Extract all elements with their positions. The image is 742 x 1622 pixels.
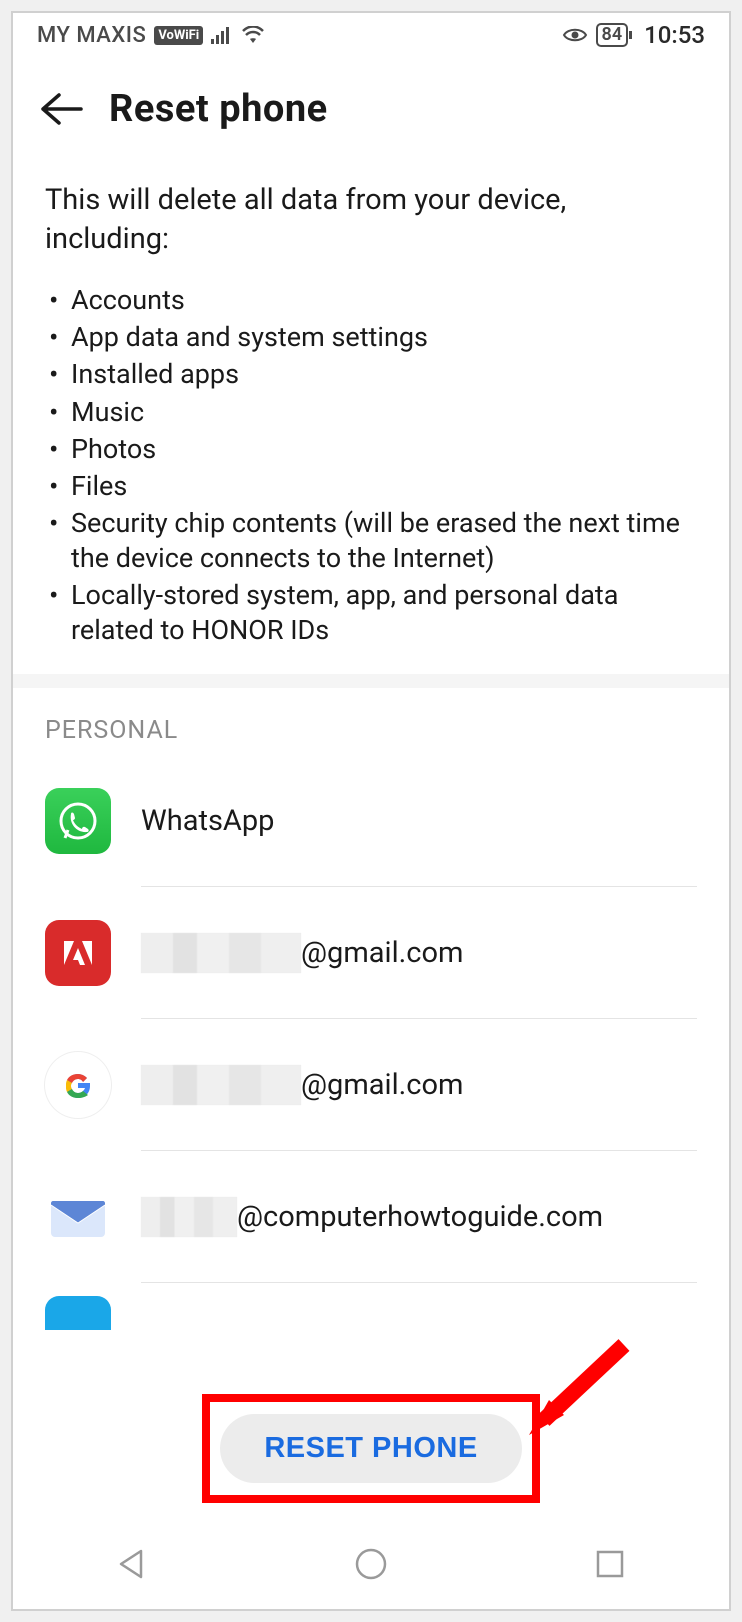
list-item: Music	[45, 395, 697, 430]
triangle-back-icon	[115, 1547, 149, 1581]
list-item: Locally-stored system, app, and personal…	[45, 578, 697, 648]
list-item: Installed apps	[45, 357, 697, 392]
list-item: Files	[45, 469, 697, 504]
account-item-whatsapp[interactable]: WhatsApp	[45, 755, 697, 887]
page-title: Reset phone	[109, 87, 328, 131]
section-label-personal: PERSONAL	[13, 688, 729, 755]
account-label: @gmail.com	[301, 1068, 463, 1102]
reset-phone-button[interactable]: RESET PHONE	[220, 1414, 521, 1483]
page-header: Reset phone	[13, 53, 729, 157]
reset-button-bar: RESET PHONE	[13, 1394, 729, 1503]
google-icon	[45, 1052, 111, 1118]
account-item-email[interactable]: @computerhowtoguide.com	[45, 1151, 697, 1283]
list-item: Photos	[45, 432, 697, 467]
list-item: Security chip contents (will be erased t…	[45, 506, 697, 576]
nav-recent-button[interactable]	[589, 1543, 631, 1585]
reset-bullet-list: Accounts App data and system settings In…	[13, 279, 729, 674]
nav-back-button[interactable]	[111, 1543, 153, 1585]
section-divider	[13, 674, 729, 688]
back-button[interactable]	[37, 85, 85, 133]
reset-description: This will delete all data from your devi…	[13, 157, 729, 279]
annotation-highlight: RESET PHONE	[202, 1394, 539, 1503]
account-item-partial[interactable]	[45, 1283, 697, 1343]
account-label: @computerhowtoguide.com	[237, 1200, 603, 1234]
battery-icon: 84	[596, 23, 633, 47]
redacted-text	[141, 1197, 237, 1237]
generic-app-icon	[45, 1296, 111, 1330]
circle-home-icon	[354, 1547, 388, 1581]
status-bar: MY MAXIS VoWiFi 84 10:53	[13, 13, 729, 53]
square-recent-icon	[595, 1549, 625, 1579]
vowifi-badge: VoWiFi	[154, 26, 203, 45]
redacted-text	[141, 933, 301, 973]
account-item-google[interactable]: @gmail.com	[45, 1019, 697, 1151]
carrier-label: MY MAXIS	[37, 23, 146, 48]
list-item: Accounts	[45, 283, 697, 318]
eye-icon	[562, 26, 588, 44]
redacted-text	[141, 1065, 301, 1105]
signal-icon	[211, 26, 233, 44]
battery-percent: 84	[596, 23, 629, 47]
whatsapp-icon	[45, 788, 111, 854]
account-label: @gmail.com	[301, 936, 463, 970]
system-nav-bar	[13, 1519, 729, 1609]
account-list: WhatsApp @gmail.com	[13, 755, 729, 1343]
account-label: WhatsApp	[141, 804, 274, 838]
wifi-icon	[241, 26, 265, 44]
mail-icon	[45, 1184, 111, 1250]
adobe-icon	[45, 920, 111, 986]
clock: 10:53	[644, 21, 705, 49]
arrow-left-icon	[39, 91, 83, 127]
nav-home-button[interactable]	[350, 1543, 392, 1585]
account-item-adobe[interactable]: @gmail.com	[45, 887, 697, 1019]
list-item: App data and system settings	[45, 320, 697, 355]
